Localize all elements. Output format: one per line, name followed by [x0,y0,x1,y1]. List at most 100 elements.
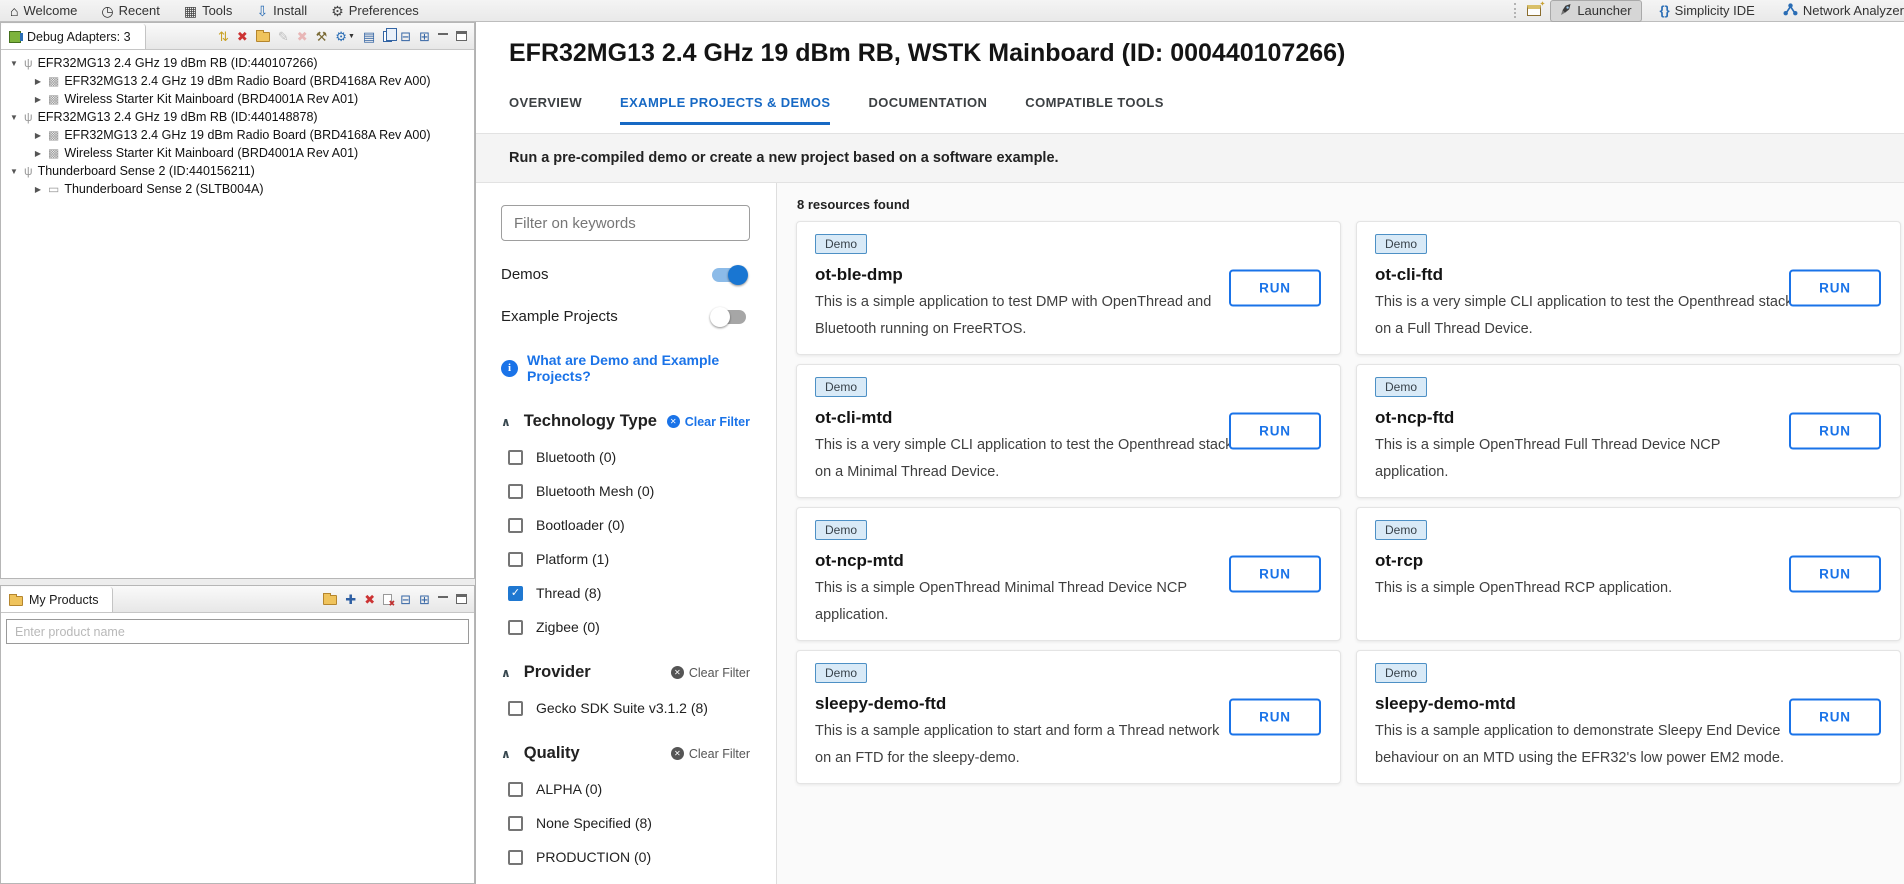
perspective-simplicity-ide[interactable]: {}Simplicity IDE [1650,0,1765,21]
recent-button[interactable]: ◷Recent [101,3,159,18]
collapse-expander-icon[interactable]: ▼ [9,113,19,122]
new-folder-icon[interactable] [323,593,337,605]
run-button[interactable]: RUN [1789,556,1881,593]
expand-expander-icon[interactable]: ▶ [33,95,43,104]
collapse-section-icon[interactable]: ∧ [501,747,511,761]
tree-item-label: Wireless Starter Kit Mainboard (BRD4001A… [64,92,358,106]
checkbox[interactable] [508,701,523,716]
collapse-section-icon[interactable]: ∧ [501,666,511,680]
maximize-icon[interactable] [456,594,467,604]
run-button[interactable]: RUN [1789,270,1881,307]
collapse-all-icon[interactable]: ⊟ [400,593,411,606]
collapse-section-icon[interactable]: ∧ [501,415,511,429]
perspective-launcher[interactable]: Launcher [1550,0,1641,22]
welcome-label: Welcome [23,3,77,18]
filter-option[interactable]: None Specified (8) [501,815,750,831]
expand-expander-icon[interactable]: ▶ [33,77,43,86]
checkbox[interactable] [508,552,523,567]
perspective-network-analyzer[interactable]: Network Analyzer [1773,0,1904,22]
demo-badge: Demo [1375,520,1427,540]
checkbox[interactable] [508,850,523,865]
filter-option[interactable]: ALPHA (0) [501,781,750,797]
filter-option[interactable]: Gecko SDK Suite v3.1.2 (8) [501,700,750,716]
my-products-tab[interactable]: My Products [1,587,113,612]
filter-option[interactable]: Platform (1) [501,551,750,567]
run-button[interactable]: RUN [1789,699,1881,736]
clear-filter-button[interactable]: ✕Clear Filter [671,666,750,680]
tab-documentation[interactable]: DOCUMENTATION [868,95,987,125]
run-button[interactable]: RUN [1229,413,1321,450]
my-products-title: My Products [29,593,98,607]
expand-all-icon[interactable]: ⊞ [419,593,430,606]
checkbox[interactable] [508,450,523,465]
rename-icon[interactable]: ✎ [278,30,289,43]
run-button[interactable]: RUN [1229,699,1321,736]
filter-option[interactable]: PRODUCTION (0) [501,849,750,865]
run-button[interactable]: RUN [1229,270,1321,307]
tree-item[interactable]: ▶▭Thunderboard Sense 2 (SLTB004A) [1,180,474,198]
filter-option[interactable]: Bluetooth Mesh (0) [501,483,750,499]
delete-icon[interactable]: ✖ [297,30,308,43]
collapse-expander-icon[interactable]: ▼ [9,59,19,68]
keyword-filter-input[interactable] [501,205,750,241]
minimize-icon[interactable] [438,33,448,40]
new-group-icon[interactable] [256,30,270,42]
delete-product-icon[interactable]: ✖ [364,593,375,606]
product-search-input[interactable] [6,619,469,644]
tab-compatible-tools[interactable]: COMPATIBLE TOOLS [1025,95,1164,125]
view-menu-icon[interactable]: ▤ [363,30,375,43]
expand-all-icon[interactable]: ⊞ [419,30,430,43]
run-button[interactable]: RUN [1789,413,1881,450]
preferences-button[interactable]: ⚙Preferences [331,3,419,18]
filter-option[interactable]: Bootloader (0) [501,517,750,533]
filter-option[interactable]: Bluetooth (0) [501,449,750,465]
clear-filter-button[interactable]: ✕Clear Filter [671,747,750,761]
clear-filter-button[interactable]: ✕Clear Filter [667,415,750,429]
tree-item[interactable]: ▶▩EFR32MG13 2.4 GHz 19 dBm Radio Board (… [1,72,474,90]
checkbox[interactable] [508,518,523,533]
checkbox[interactable] [508,782,523,797]
checkbox[interactable] [508,816,523,831]
filter-option[interactable]: Zigbee (0) [501,619,750,635]
tree-item[interactable]: ▶▩Wireless Starter Kit Mainboard (BRD400… [1,90,474,108]
tree-item[interactable]: ▼ψEFR32MG13 2.4 GHz 19 dBm RB (ID:440148… [1,108,474,126]
tree-item[interactable]: ▼ψEFR32MG13 2.4 GHz 19 dBm RB (ID:440107… [1,54,474,72]
open-perspective-icon[interactable] [1527,5,1541,16]
toggle-row-demos: Demos [501,266,750,283]
example-projects-toggle[interactable] [712,310,746,324]
clear-filter-icon: ✕ [671,747,684,760]
checkbox[interactable] [508,484,523,499]
expand-expander-icon[interactable]: ▶ [33,185,43,194]
tree-item[interactable]: ▶▩EFR32MG13 2.4 GHz 19 dBm Radio Board (… [1,126,474,144]
run-button[interactable]: RUN [1229,556,1321,593]
checkbox[interactable]: ✓ [508,586,523,601]
info-link-row[interactable]: i What are Demo and Example Projects? [501,352,750,384]
tab-overview[interactable]: OVERVIEW [509,95,582,125]
filter-option[interactable]: ✓Thread (8) [501,585,750,601]
checkbox[interactable] [508,620,523,635]
welcome-button[interactable]: ⌂Welcome [10,3,77,18]
remove-product-file-icon[interactable] [383,594,392,605]
expand-expander-icon[interactable]: ▶ [33,131,43,140]
disconnect-icon[interactable]: ✖ [237,30,248,43]
collapse-expander-icon[interactable]: ▼ [9,167,19,176]
tab-example-projects-demos[interactable]: EXAMPLE PROJECTS & DEMOS [620,95,830,125]
tree-item[interactable]: ▶▩Wireless Starter Kit Mainboard (BRD400… [1,144,474,162]
tree-item[interactable]: ▼ψThunderboard Sense 2 (ID:440156211) [1,162,474,180]
expand-expander-icon[interactable]: ▶ [33,149,43,158]
maximize-icon[interactable] [456,31,467,41]
device-tools-icon[interactable]: ⚒ [316,30,328,43]
demos-toggle[interactable] [712,268,746,282]
copy-view-icon[interactable] [383,31,392,42]
install-button[interactable]: ⇩Install [256,3,307,18]
collapse-all-icon[interactable]: ⊟ [400,30,411,43]
debug-adapters-tab[interactable]: Debug Adapters: 3 [1,24,146,49]
content-row: DemosExample Projects i What are Demo an… [476,183,1904,884]
add-product-icon[interactable]: ✚ [345,593,356,606]
settings-icon[interactable]: ⚙▼ [335,30,355,43]
network-icon [1783,3,1798,19]
tools-button[interactable]: ▦Tools [184,3,233,18]
minimize-icon[interactable] [438,596,448,603]
debug-adapters-tree: ▼ψEFR32MG13 2.4 GHz 19 dBm RB (ID:440107… [1,50,474,578]
connect-icon[interactable]: ⇅ [218,30,229,43]
